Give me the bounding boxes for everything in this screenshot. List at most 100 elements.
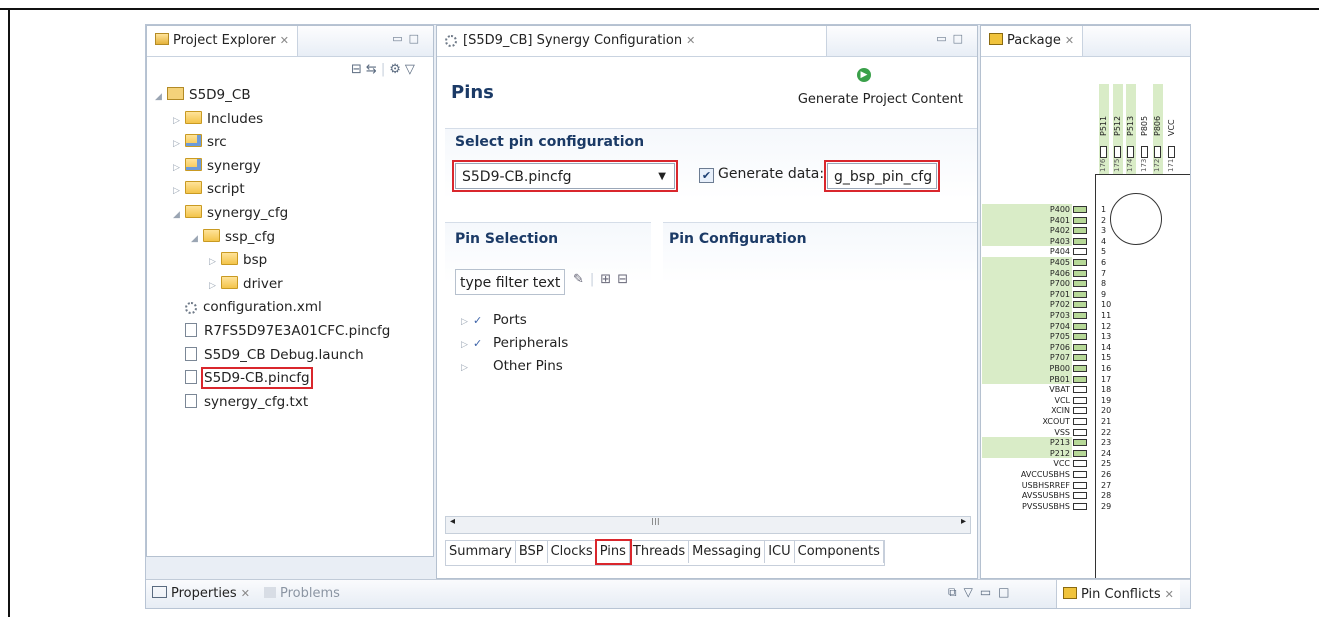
tree-item[interactable]: synergy_cfg.txt bbox=[173, 391, 308, 413]
tab-pin-conflicts[interactable]: Pin Conflicts ✕ bbox=[1056, 580, 1180, 608]
scroll-right-icon[interactable]: ▸ bbox=[961, 516, 966, 527]
clear-filter-icon[interactable]: ✎ bbox=[573, 272, 590, 287]
package-pin[interactable]: P400 1 bbox=[982, 204, 1106, 215]
editor-tab-threads[interactable]: Threads bbox=[630, 541, 690, 563]
package-pin[interactable]: P701 9 bbox=[982, 288, 1106, 300]
tree-item[interactable]: ◢ synergy_cfg bbox=[173, 202, 288, 224]
tab-package[interactable]: Package ✕ bbox=[981, 26, 1084, 56]
close-icon[interactable]: ✕ bbox=[1065, 34, 1074, 47]
package-pin[interactable]: P700 8 bbox=[982, 278, 1106, 290]
pin-tree-item[interactable]: ▷ ✓ Ports bbox=[461, 309, 527, 331]
expanded-twisty-icon[interactable]: ◢ bbox=[173, 204, 185, 226]
collapsed-twisty-icon[interactable]: ▷ bbox=[173, 180, 185, 202]
tree-item[interactable]: ◢ ssp_cfg bbox=[191, 226, 275, 248]
tree-item[interactable]: ▷ driver bbox=[209, 273, 283, 295]
collapsed-twisty-icon[interactable]: ▷ bbox=[461, 334, 473, 356]
expand-all-icon[interactable]: ⊞ bbox=[600, 272, 617, 287]
maximize-icon[interactable]: □ bbox=[953, 32, 969, 45]
tree-item[interactable]: configuration.xml bbox=[173, 296, 322, 318]
view-menu-icon[interactable]: ⚙ bbox=[389, 62, 405, 77]
package-pin[interactable]: P702 10 bbox=[982, 299, 1111, 311]
pin-tree-item[interactable]: ▷ Other Pins bbox=[461, 355, 563, 377]
horizontal-scrollbar[interactable]: ◂ III ▸ bbox=[445, 516, 971, 534]
package-pin[interactable]: P404 5 bbox=[982, 246, 1106, 258]
collapse-all-icon[interactable]: ⊟ bbox=[351, 62, 366, 77]
window-controls[interactable]: ▭□ bbox=[392, 32, 425, 45]
collapsed-twisty-icon[interactable]: ▷ bbox=[461, 357, 473, 379]
generate-project-content-button[interactable]: Generate Project Content bbox=[798, 92, 963, 107]
package-pin[interactable]: P405 6 bbox=[982, 257, 1106, 268]
tree-item[interactable]: S5D9-CB.pincfg bbox=[173, 367, 313, 390]
window-controls[interactable]: ▭□ bbox=[936, 32, 969, 45]
generate-data-input[interactable]: g_bsp_pin_cfg bbox=[824, 160, 940, 192]
package-pin[interactable]: P706 14 bbox=[982, 341, 1111, 353]
tree-item[interactable]: S5D9_CB Debug.launch bbox=[173, 344, 364, 366]
top-pin[interactable]: P513 174 bbox=[1126, 84, 1136, 174]
close-icon[interactable]: ✕ bbox=[686, 34, 695, 47]
minimize-icon[interactable]: ▭ bbox=[936, 32, 952, 45]
pin-tree-item[interactable]: ▷ ✓ Peripherals bbox=[461, 332, 568, 354]
tree-item[interactable]: ◢ S5D9_CB bbox=[155, 84, 251, 106]
collapsed-twisty-icon[interactable]: ▷ bbox=[209, 251, 221, 273]
pin-config-dropdown[interactable]: S5D9-CB.pincfg ▼ bbox=[452, 160, 678, 192]
collapsed-twisty-icon[interactable]: ▷ bbox=[461, 311, 473, 333]
package-pin[interactable]: P406 7 bbox=[982, 267, 1106, 279]
collapse-all-icon[interactable]: ⊟ bbox=[617, 272, 634, 287]
top-pin[interactable]: P511 176 bbox=[1099, 84, 1109, 174]
generate-icon[interactable]: ▶ bbox=[857, 68, 871, 82]
package-pin[interactable]: P402 3 bbox=[982, 225, 1106, 237]
expanded-twisty-icon[interactable]: ◢ bbox=[191, 228, 203, 250]
package-pin[interactable]: VCL 19 bbox=[982, 394, 1111, 406]
collapsed-twisty-icon[interactable]: ▷ bbox=[173, 157, 185, 179]
tab-synergy-configuration[interactable]: [S5D9_CB] Synergy Configuration ✕ bbox=[437, 26, 827, 56]
top-pin[interactable]: P805 173 bbox=[1139, 84, 1150, 174]
package-pin[interactable]: AVSSUSBHS 28 bbox=[982, 490, 1111, 502]
package-pin[interactable]: VBAT 18 bbox=[982, 384, 1111, 396]
expanded-twisty-icon[interactable]: ◢ bbox=[155, 86, 167, 108]
maximize-icon[interactable]: □ bbox=[409, 32, 425, 45]
editor-tab-clocks[interactable]: Clocks bbox=[548, 541, 597, 563]
collapsed-twisty-icon[interactable]: ▷ bbox=[173, 110, 185, 132]
minimize-icon[interactable]: ▭ bbox=[392, 32, 408, 45]
pin-filter-input[interactable]: type filter text bbox=[455, 269, 565, 295]
tree-item[interactable]: ▷ synergy bbox=[173, 155, 261, 177]
tab-properties[interactable]: Properties ✕ bbox=[152, 586, 250, 601]
top-pin[interactable]: P806 172 bbox=[1153, 84, 1163, 174]
chevron-down-icon[interactable]: ▽ bbox=[964, 585, 980, 599]
editor-tab-summary[interactable]: Summary bbox=[446, 541, 516, 563]
package-pin[interactable]: VCC 25 bbox=[982, 458, 1111, 470]
new-window-icon[interactable]: ⧉ bbox=[948, 585, 964, 599]
package-pin[interactable]: PB01 17 bbox=[982, 373, 1111, 385]
package-pin[interactable]: P403 4 bbox=[982, 235, 1106, 247]
package-pin[interactable]: VSS 22 bbox=[982, 426, 1111, 438]
package-pin[interactable]: PVSSUSBHS 29 bbox=[982, 500, 1111, 512]
link-editor-icon[interactable]: ⇆ bbox=[366, 62, 381, 77]
package-pin[interactable]: PB00 16 bbox=[982, 363, 1111, 374]
tree-item[interactable]: ▷ bsp bbox=[209, 249, 267, 271]
scroll-thumb[interactable]: III bbox=[651, 517, 660, 528]
package-pin[interactable]: P704 12 bbox=[982, 320, 1111, 332]
tree-item[interactable]: ▷ src bbox=[173, 131, 227, 153]
package-pin[interactable]: AVCCUSBHS 26 bbox=[982, 469, 1111, 480]
editor-tab-icu[interactable]: ICU bbox=[765, 541, 795, 563]
package-pin[interactable]: XCOUT 21 bbox=[982, 416, 1111, 427]
top-pin[interactable]: VCC 171 bbox=[1166, 84, 1177, 174]
editor-tab-components[interactable]: Components bbox=[795, 541, 884, 563]
collapsed-twisty-icon[interactable]: ▷ bbox=[173, 133, 185, 155]
collapsed-twisty-icon[interactable]: ▷ bbox=[209, 275, 221, 297]
scroll-left-icon[interactable]: ◂ bbox=[450, 516, 455, 527]
chevron-down-icon[interactable]: ▽ bbox=[405, 62, 419, 77]
tab-project-explorer[interactable]: Project Explorer ✕ bbox=[147, 26, 298, 56]
package-pin[interactable]: USBHSRREF 27 bbox=[982, 479, 1111, 491]
package-pin[interactable]: XCIN 20 bbox=[982, 405, 1111, 417]
package-pin[interactable]: P212 24 bbox=[982, 447, 1111, 459]
package-pin[interactable]: P705 13 bbox=[982, 331, 1111, 343]
close-icon[interactable]: ✕ bbox=[280, 34, 289, 47]
editor-tab-pins[interactable]: Pins bbox=[594, 539, 632, 565]
package-pin[interactable]: P707 15 bbox=[982, 352, 1111, 364]
minimize-icon[interactable]: ▭ bbox=[980, 585, 998, 599]
package-pin[interactable]: P703 11 bbox=[982, 310, 1111, 321]
close-icon[interactable]: ✕ bbox=[241, 587, 250, 600]
top-pin[interactable]: P512 175 bbox=[1112, 84, 1123, 174]
tree-item[interactable]: R7FS5D97E3A01CFC.pincfg bbox=[173, 320, 390, 342]
